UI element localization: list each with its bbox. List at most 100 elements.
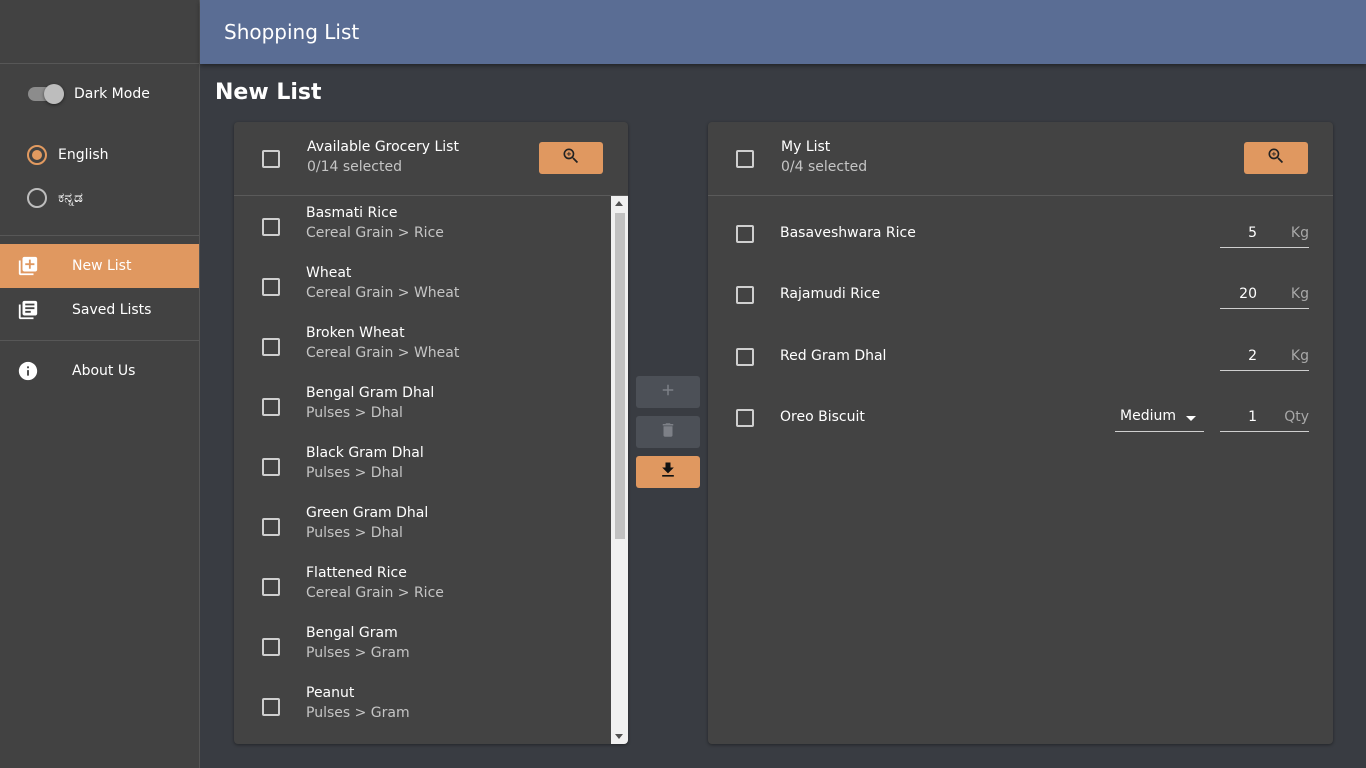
quantity-unit: Qty [1284, 409, 1309, 425]
item-name: Bengal Gram Dhal [306, 385, 435, 401]
sidebar: Dark Mode English ಕನ್ನಡ New List Saved L… [0, 0, 200, 768]
select-all-my-list-checkbox[interactable] [736, 150, 754, 168]
item-checkbox[interactable] [262, 338, 280, 356]
item-checkbox[interactable] [262, 698, 280, 716]
sidebar-item-saved-lists[interactable]: Saved Lists [0, 288, 199, 332]
select-all-available-checkbox[interactable] [262, 150, 280, 168]
list-item[interactable]: Wheat Cereal Grain > Wheat [234, 256, 611, 316]
my-list-title: My List [781, 139, 831, 155]
item-checkbox[interactable] [262, 398, 280, 416]
item-name: Black Gram Dhal [306, 445, 424, 461]
sidebar-item-label: New List [72, 258, 132, 274]
sidebar-divider [0, 340, 199, 341]
quantity-input[interactable]: 20 Kg [1220, 279, 1309, 309]
available-list-scrollbar[interactable] [611, 196, 628, 744]
info-icon [17, 360, 39, 382]
list-item[interactable]: Broken Wheat Cereal Grain > Wheat [234, 316, 611, 376]
my-list-header: My List 0/4 selected [708, 122, 1333, 196]
quantity-input[interactable]: 2 Kg [1220, 341, 1309, 371]
list-item[interactable]: Bengal Gram Pulses > Gram [234, 616, 611, 676]
plus-icon [659, 381, 677, 403]
list-item[interactable]: Basmati Rice Cereal Grain > Rice [234, 196, 611, 256]
zoom-in-icon [1266, 146, 1286, 170]
my-list-row[interactable]: Basaveshwara Rice 5 Kg [708, 214, 1333, 254]
scroll-thumb[interactable] [615, 213, 625, 539]
list-item[interactable]: Flattened Rice Cereal Grain > Rice [234, 556, 611, 616]
language-label-english: English [58, 147, 109, 163]
sidebar-item-about-us[interactable]: About Us [0, 349, 199, 393]
item-name: Red Gram Dhal [780, 348, 887, 364]
item-category: Cereal Grain > Rice [306, 225, 444, 241]
item-category: Pulses > Dhal [306, 465, 403, 481]
item-name: Basaveshwara Rice [780, 225, 916, 241]
item-category: Pulses > Gram [306, 645, 410, 661]
quantity-value: 2 [1248, 348, 1257, 364]
my-list-search-button[interactable] [1244, 142, 1308, 174]
sidebar-top [0, 0, 199, 64]
zoom-in-icon [561, 146, 581, 170]
item-name: Broken Wheat [306, 325, 405, 341]
sidebar-divider [0, 235, 199, 236]
item-checkbox[interactable] [262, 638, 280, 656]
quantity-unit: Kg [1290, 225, 1309, 241]
language-option-kannada[interactable]: ಕನ್ನಡ [27, 188, 83, 208]
quantity-input[interactable]: 1 Qty [1220, 402, 1309, 432]
item-name: Oreo Biscuit [780, 409, 865, 425]
scroll-down-arrow[interactable] [615, 734, 623, 739]
library-books-icon [17, 299, 39, 321]
available-list-title: Available Grocery List [307, 139, 459, 155]
item-checkbox[interactable] [736, 409, 754, 427]
my-list-selected-count: 0/4 selected [781, 159, 868, 175]
list-item[interactable]: Black Gram Dhal Pulses > Dhal [234, 436, 611, 496]
available-list-panel: Available Grocery List 0/14 selected Bas… [234, 122, 628, 744]
toggle-knob [44, 84, 64, 104]
add-to-list-button[interactable] [636, 376, 700, 408]
delete-button[interactable] [636, 416, 700, 448]
download-icon [658, 460, 678, 484]
sidebar-item-new-list[interactable]: New List [0, 244, 199, 288]
language-label-kannada: ಕನ್ನಡ [58, 190, 83, 206]
my-list-row[interactable]: Oreo Biscuit Medium 1 Qty [708, 398, 1333, 438]
item-name: Flattened Rice [306, 565, 407, 581]
item-name: Peanut [306, 685, 355, 701]
item-category: Cereal Grain > Wheat [306, 345, 460, 361]
radio-english[interactable] [27, 145, 47, 165]
item-category: Cereal Grain > Rice [306, 585, 444, 601]
my-list-panel: My List 0/4 selected Basaveshwara Rice 5… [708, 122, 1333, 744]
item-checkbox[interactable] [262, 518, 280, 536]
available-list-header: Available Grocery List 0/14 selected [234, 122, 628, 196]
item-checkbox[interactable] [262, 578, 280, 596]
caret-down-icon [1186, 416, 1196, 421]
available-search-button[interactable] [539, 142, 603, 174]
quantity-input[interactable]: 5 Kg [1220, 218, 1309, 248]
available-items-list: Basmati Rice Cereal Grain > Rice Wheat Cer… [234, 196, 611, 744]
add-box-icon [17, 255, 39, 277]
item-checkbox[interactable] [262, 458, 280, 476]
item-name: Rajamudi Rice [780, 286, 881, 302]
item-checkbox[interactable] [736, 348, 754, 366]
my-list-row[interactable]: Red Gram Dhal 2 Kg [708, 337, 1333, 377]
list-item[interactable]: Green Gram Dhal Pulses > Dhal [234, 496, 611, 556]
item-category: Pulses > Dhal [306, 525, 403, 541]
dark-mode-toggle-row[interactable]: Dark Mode [28, 84, 150, 104]
scroll-up-arrow[interactable] [615, 201, 623, 206]
list-item[interactable]: Bengal Gram Dhal Pulses > Dhal [234, 376, 611, 436]
dark-mode-toggle[interactable] [28, 84, 64, 104]
item-checkbox[interactable] [736, 286, 754, 304]
app-header: Shopping List [200, 0, 1366, 64]
size-select[interactable]: Medium [1115, 402, 1204, 432]
radio-kannada[interactable] [27, 188, 47, 208]
list-item[interactable]: Peanut Pulses > Gram [234, 676, 611, 736]
sidebar-item-label: Saved Lists [72, 302, 152, 318]
item-checkbox[interactable] [736, 225, 754, 243]
item-category: Pulses > Dhal [306, 405, 403, 421]
language-option-english[interactable]: English [27, 145, 109, 165]
sidebar-item-label: About Us [72, 363, 136, 379]
download-button[interactable] [636, 456, 700, 488]
my-list-row[interactable]: Rajamudi Rice 20 Kg [708, 275, 1333, 315]
item-category: Pulses > Gram [306, 705, 410, 721]
dark-mode-label: Dark Mode [74, 86, 150, 102]
item-checkbox[interactable] [262, 218, 280, 236]
item-checkbox[interactable] [262, 278, 280, 296]
quantity-unit: Kg [1290, 348, 1309, 364]
